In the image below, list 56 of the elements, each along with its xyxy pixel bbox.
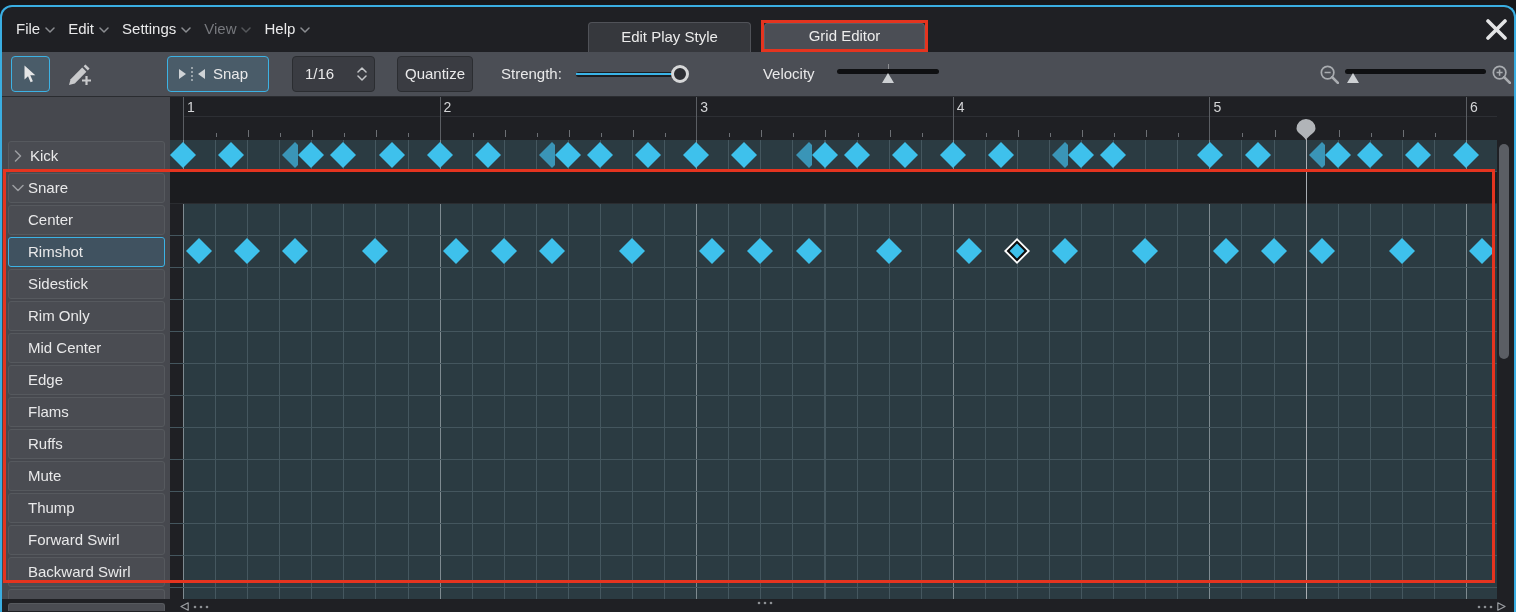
tab[interactable]: Grid Editor bbox=[764, 23, 925, 49]
track-row[interactable]: Rim Only bbox=[8, 301, 165, 331]
velocity-label: Velocity bbox=[762, 63, 815, 84]
track-row[interactable]: Center bbox=[8, 205, 165, 235]
pointer-arrow-icon bbox=[24, 65, 37, 83]
note-diamond-icon[interactable] bbox=[1004, 238, 1031, 264]
chevron-right-icon[interactable] bbox=[14, 150, 22, 162]
close-icon[interactable] bbox=[1486, 19, 1507, 40]
bar-number: 1 bbox=[187, 99, 195, 114]
menu-item[interactable]: Settings bbox=[122, 18, 192, 41]
grip-dots-icon[interactable] bbox=[757, 601, 773, 605]
chevron-down-icon bbox=[241, 26, 252, 33]
track-row[interactable]: Sidestick bbox=[8, 269, 165, 299]
bar-number: 4 bbox=[956, 99, 965, 114]
quantize-button[interactable]: Quantize bbox=[397, 56, 473, 92]
bar-number: 6 bbox=[1469, 99, 1478, 114]
bar-number: 3 bbox=[700, 99, 708, 114]
playhead-marker-icon[interactable] bbox=[1296, 119, 1317, 140]
stepper-value: 1/16 bbox=[305, 63, 335, 84]
snap-button[interactable]: Snap bbox=[167, 56, 269, 92]
chevron-down-icon bbox=[300, 26, 311, 33]
track-row[interactable]: Snare bbox=[8, 173, 165, 203]
track-row[interactable]: Flams bbox=[8, 397, 165, 427]
chevron-down-icon bbox=[181, 26, 192, 33]
track-row[interactable]: Rimshot bbox=[8, 237, 165, 267]
track-row[interactable]: Thump bbox=[8, 493, 165, 523]
chevron-down-icon[interactable] bbox=[12, 184, 24, 192]
track-row[interactable]: Kick bbox=[8, 141, 165, 171]
bar-number: 2 bbox=[443, 99, 452, 114]
strength-label: Strength: bbox=[501, 63, 562, 84]
grid-resolution-stepper[interactable]: 1/16 bbox=[292, 56, 375, 92]
menu-item[interactable]: Help bbox=[264, 18, 311, 41]
slider-thumb[interactable] bbox=[671, 65, 690, 83]
up-down-chevron-icon[interactable] bbox=[357, 66, 367, 82]
zoom-out-icon[interactable] bbox=[1320, 64, 1339, 84]
pointer-tool-button[interactable] bbox=[11, 56, 50, 92]
menu-item[interactable]: File bbox=[16, 18, 56, 41]
menu-item[interactable]: Edit bbox=[68, 18, 110, 41]
track-row[interactable]: Edge bbox=[8, 365, 165, 395]
grip-dots-icon bbox=[193, 605, 209, 609]
chevron-down-icon bbox=[99, 26, 110, 33]
chevron-down-icon bbox=[45, 26, 56, 33]
pencil-plus-icon bbox=[67, 62, 92, 86]
track-row[interactable]: Ruffs bbox=[8, 429, 165, 459]
track-row[interactable]: Backward Swirl bbox=[8, 557, 165, 587]
grip-dots-icon bbox=[1477, 605, 1493, 609]
snap-icon bbox=[178, 67, 206, 81]
tab[interactable]: Edit Play Style bbox=[588, 22, 751, 52]
scrollbar-thumb[interactable] bbox=[1499, 144, 1509, 359]
track-row[interactable]: Mid Center bbox=[8, 333, 165, 363]
scroll-right-arrow-icon[interactable] bbox=[1497, 602, 1506, 611]
track-row[interactable]: Forward Swirl bbox=[8, 525, 165, 555]
scroll-left-arrow-icon[interactable] bbox=[180, 602, 189, 611]
zoom-in-icon[interactable] bbox=[1492, 64, 1511, 84]
track-row[interactable]: Mute bbox=[8, 461, 165, 491]
bar-number: 5 bbox=[1213, 99, 1222, 114]
